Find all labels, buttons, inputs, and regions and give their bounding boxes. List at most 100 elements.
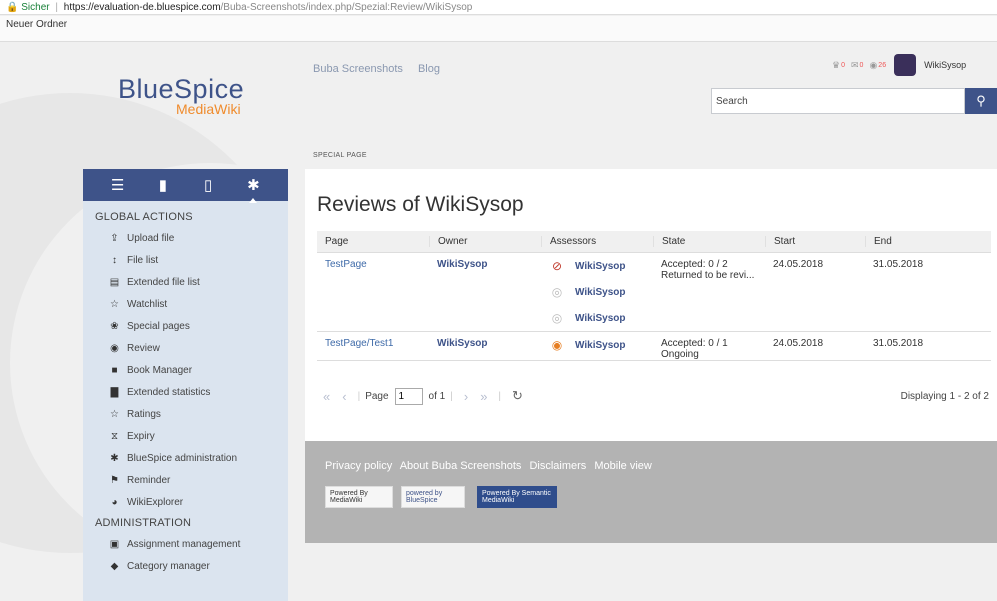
page-label: Page [365, 390, 389, 402]
sidebar-item-watchlist[interactable]: ☆ Watchlist [83, 293, 288, 315]
footer-link-mobile[interactable]: Mobile view [594, 460, 651, 472]
search-icon: ⚲ [976, 93, 986, 108]
assessor-name[interactable]: WikiSysop [575, 287, 625, 298]
sidebar-item-extended-file-list[interactable]: ▤ Extended file list [83, 271, 288, 293]
user-tools: ♛ 0 ✉ 0 ◉ 26 WikiSysop [832, 51, 997, 79]
assessor: ◎ WikiSysop [541, 305, 653, 331]
menu-icon[interactable]: ☰ [108, 176, 128, 194]
assessor: ⊘ WikiSysop [541, 253, 653, 279]
state-cell: Accepted: 0 / 1 Ongoing [653, 332, 765, 360]
sort-icon: ↕ [112, 254, 117, 266]
search-button[interactable]: ⚲ [965, 88, 997, 114]
gear-icon: ✱ [110, 452, 119, 464]
column-header[interactable]: End [865, 236, 991, 247]
page-icon[interactable]: ▯ [198, 176, 218, 194]
topnav-blog[interactable]: Blog [418, 63, 440, 75]
sidebar-item-book-manager[interactable]: ■ Book Manager [83, 359, 288, 381]
sidebar-item-extended-statistics[interactable]: ▇ Extended statistics [83, 381, 288, 403]
logo-subtitle: MediaWiki [176, 101, 241, 117]
gear-icon[interactable]: ✱ [243, 176, 263, 203]
sidebar-item-label: Special pages [127, 320, 190, 332]
sidebar-item-label: Assignment management [127, 538, 241, 550]
sidebar-item-wikiexplorer[interactable]: ◕ WikiExplorer [83, 491, 288, 513]
mail-icon[interactable]: ✉ [851, 60, 859, 71]
refresh-icon[interactable]: ↻ [512, 388, 523, 404]
eye-icon: ◎ [551, 311, 563, 325]
assessor-name[interactable]: WikiSysop [575, 261, 625, 272]
page-title: Reviews of WikiSysop [317, 193, 524, 216]
pager-separator: | [498, 390, 502, 402]
top-navigation: Buba Screenshots Blog [313, 63, 452, 75]
sidebar-item-label: Ratings [127, 408, 161, 420]
footer-link-disclaimers[interactable]: Disclaimers [529, 460, 586, 472]
special-pages-icon: ❀ [110, 320, 119, 332]
state-text: Returned to be revi... [661, 270, 755, 281]
page-number-input[interactable] [394, 387, 423, 405]
avatar[interactable] [894, 54, 917, 76]
sidebar-item-bluespice-administration[interactable]: ✱ BlueSpice administration [83, 447, 288, 469]
prev-page-icon[interactable]: ‹ [342, 389, 346, 404]
column-header[interactable]: State [653, 236, 765, 247]
page-link[interactable]: TestPage [317, 253, 429, 331]
eye-icon: ◎ [551, 285, 563, 299]
sidebar-item-label: Expiry [127, 430, 155, 442]
state-cell: Accepted: 0 / 2 Returned to be revi... [653, 253, 765, 331]
sidebar-item-review[interactable]: ◉ Review [83, 337, 288, 359]
logo-brand: BlueSpice [118, 74, 245, 104]
review-eye-icon[interactable]: ◉ [869, 60, 877, 71]
sidebar-item-category-manager[interactable]: ◆ Category manager [83, 555, 288, 577]
username[interactable]: WikiSysop [924, 60, 966, 70]
address-separator: | [55, 2, 58, 13]
notifications-icon[interactable]: ♛ [832, 60, 840, 71]
bookmark-folder[interactable]: Neuer Ordner [6, 19, 67, 30]
footer-link-about[interactable]: About Buba Screenshots [400, 460, 522, 472]
topnav-buba-screenshots[interactable]: Buba Screenshots [313, 63, 403, 75]
owner-link[interactable]: WikiSysop [429, 253, 541, 331]
sidebar-item-label: Reminder [127, 474, 171, 486]
end-date: 31.05.2018 [873, 259, 924, 270]
bluespice-badge[interactable]: powered by BlueSpice [401, 486, 465, 508]
owner-link[interactable]: WikiSysop [429, 332, 541, 360]
table-row[interactable]: TestPage WikiSysop ⊘ WikiSysop ◎ WikiSysop ◎ Wi… [317, 253, 991, 332]
sidebar-item-ratings[interactable]: ☆ Ratings [83, 403, 288, 425]
eye-icon: ◉ [551, 338, 563, 352]
next-page-icon[interactable]: › [464, 389, 468, 404]
bluespice-logo[interactable]: BlueSpice MediaWiki [118, 74, 268, 117]
sidebar-item-expiry[interactable]: ⧖ Expiry [83, 425, 288, 447]
first-page-icon[interactable]: « [323, 389, 330, 404]
column-header[interactable]: Start [765, 236, 865, 247]
sidebar-item-label: Category manager [127, 560, 210, 572]
last-page-icon[interactable]: » [480, 389, 487, 404]
grid-header: Page Owner Assessors State Start End [317, 231, 991, 253]
sidebar-item-assignment-management[interactable]: ▣ Assignment management [83, 533, 288, 555]
assessor: ◎ WikiSysop [541, 279, 653, 305]
sidebar-tabs: ☰ ▮ ▯ ✱ [83, 169, 288, 203]
column-header[interactable]: Owner [429, 236, 541, 247]
state-text: Accepted: 0 / 2 [661, 259, 728, 270]
sidebar-item-upload-file[interactable]: ⇪ Upload file [83, 227, 288, 249]
assessor-name[interactable]: WikiSysop [575, 340, 625, 351]
search-input[interactable]: Search [711, 88, 965, 114]
review-grid: Page Owner Assessors State Start End Tes… [317, 231, 991, 361]
assessor-name[interactable]: WikiSysop [575, 313, 625, 324]
pager: « ‹ | Page of 1 | › » | ↻ Displaying 1 -… [317, 383, 991, 409]
sidebar-item-label: Review [127, 342, 160, 354]
assessor: ◉ WikiSysop [541, 332, 653, 358]
file-list-icon: ▤ [109, 276, 120, 288]
sidebar-item-file-list[interactable]: ↕ File list [83, 249, 288, 271]
sidebar-item-reminder[interactable]: ⚑ Reminder [83, 469, 288, 491]
semantic-mediawiki-badge[interactable]: Powered By Semantic MediaWiki [477, 486, 557, 508]
sidebar-item-label: Upload file [127, 232, 175, 244]
footer-link-privacy[interactable]: Privacy policy [325, 460, 392, 472]
sidebar-item-special-pages[interactable]: ❀ Special pages [83, 315, 288, 337]
url-path: /Buba-Screenshots/index.php/Spezial:Revi… [220, 2, 473, 13]
statistics-icon: ▇ [110, 386, 119, 398]
column-header[interactable]: Page [317, 236, 429, 247]
mediawiki-badge[interactable]: Powered By MediaWiki [325, 486, 393, 508]
column-header[interactable]: Assessors [541, 236, 653, 247]
page-of-label: of 1 [428, 390, 446, 402]
page-link[interactable]: TestPage/Test1 [317, 332, 429, 360]
table-row[interactable]: TestPage/Test1 WikiSysop ◉ WikiSysop Accepte… [317, 332, 991, 361]
address-bar[interactable]: 🔒 Sicher | https://evaluation-de.bluespi… [0, 0, 997, 15]
clipboard-icon[interactable]: ▮ [153, 176, 173, 194]
